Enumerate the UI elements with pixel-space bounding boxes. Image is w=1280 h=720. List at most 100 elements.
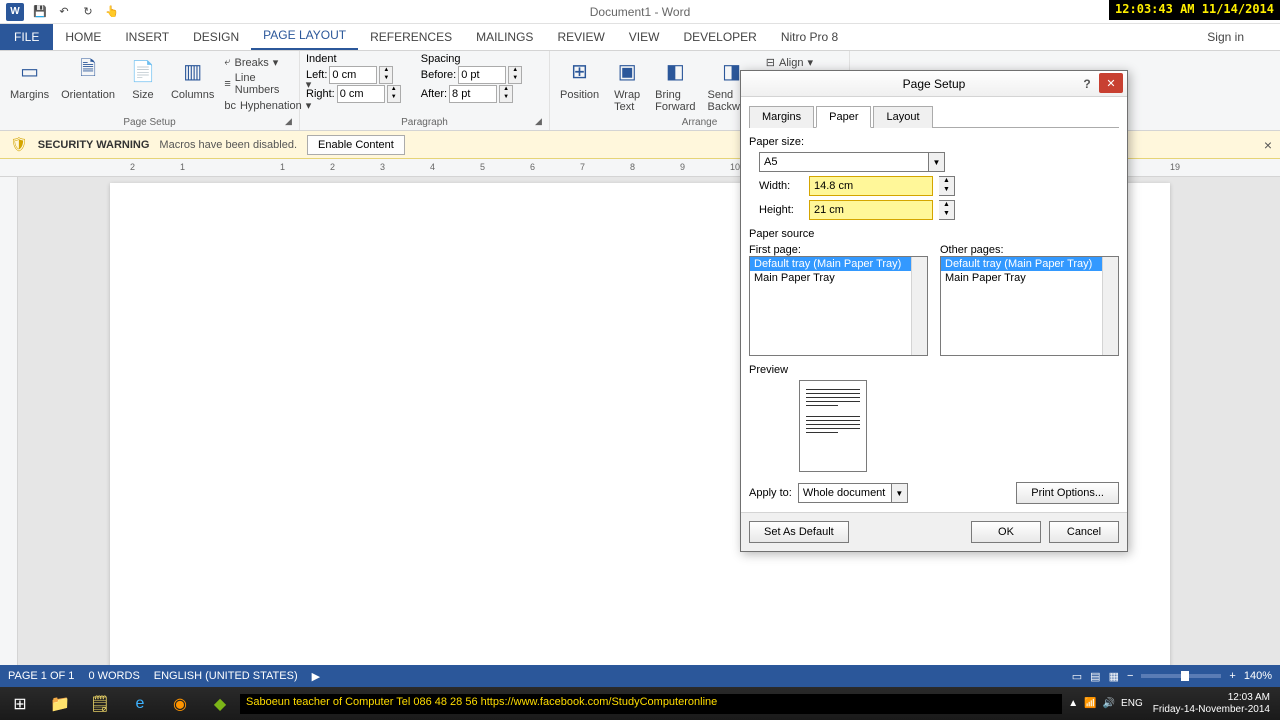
cancel-button[interactable]: Cancel [1049,521,1119,543]
orientation-icon: 🗎 [72,55,104,87]
list-item[interactable]: Default tray (Main Paper Tray) [941,257,1118,271]
indent-right-input[interactable] [337,85,385,103]
group-page-setup: ▭Margins 🗎Orientation 📄Size ▥Columns ⤶ B… [0,51,300,130]
tab-layout[interactable]: Layout [873,106,932,128]
orientation-button[interactable]: 🗎Orientation [57,53,119,113]
zoom-out[interactable]: − [1127,670,1133,682]
sticky-notes-icon[interactable]: 🗒 [80,687,120,720]
lang-indicator[interactable]: ENG [1121,698,1143,709]
word-icon: W [6,3,24,21]
list-item[interactable]: Default tray (Main Paper Tray) [750,257,927,271]
tab-page-layout[interactable]: PAGE LAYOUT [251,22,358,50]
tab-references[interactable]: REFERENCES [358,24,464,50]
first-page-label: First page: [749,244,928,256]
zoom-slider[interactable] [1141,674,1221,678]
scrollbar[interactable] [1102,257,1118,355]
tab-review[interactable]: REVIEW [545,24,616,50]
tab-paper[interactable]: Paper [816,106,871,128]
tray-clock[interactable]: 12:03 AMFriday-14-November-2014 [1149,692,1274,716]
spinner[interactable]: ▲▼ [379,66,393,84]
app-icon[interactable]: ◆ [200,687,240,720]
page-count[interactable]: PAGE 1 OF 1 [8,670,74,682]
apply-to-combo[interactable]: Whole document▼ [798,483,908,503]
columns-button[interactable]: ▥Columns [167,53,218,113]
position-button[interactable]: ⊞Position [556,53,603,115]
ribbon-tabs: FILE HOME INSERT DESIGN PAGE LAYOUT REFE… [0,24,1280,51]
sign-in-link[interactable]: Sign in [1201,24,1250,50]
paper-size-label: Paper size: [749,136,1119,148]
volume-icon[interactable]: 🔊 [1103,698,1115,709]
close-button[interactable]: ✕ [1099,73,1123,93]
tab-file[interactable]: FILE [0,24,53,50]
zoom-in[interactable]: + [1229,670,1235,682]
first-page-listbox[interactable]: Default tray (Main Paper Tray) Main Pape… [749,256,928,356]
help-button[interactable]: ? [1077,77,1097,91]
bring-forward-button[interactable]: ◧Bring Forward [651,53,699,115]
apply-to-label: Apply to: [749,487,792,499]
spinner[interactable]: ▲▼ [387,85,401,103]
spacing-after-input[interactable] [449,85,497,103]
indent-left-input[interactable] [329,66,377,84]
width-spinner[interactable]: ▲▼ [939,176,955,196]
tab-home[interactable]: HOME [53,24,113,50]
align-button[interactable]: ⊟ Align ▾ [764,55,815,70]
start-button[interactable]: ⊞ [0,687,40,720]
scrollbar[interactable] [911,257,927,355]
tab-design[interactable]: DESIGN [181,24,251,50]
chevron-down-icon[interactable]: ▼ [928,153,944,171]
undo-icon[interactable]: ↶ [56,4,72,20]
vertical-ruler[interactable] [0,177,18,687]
chevron-down-icon[interactable]: ▼ [891,484,907,502]
macros-icon[interactable]: ▶ [312,670,320,683]
page-setup-dialog: Page Setup ? ✕ Margins Paper Layout Pape… [740,70,1128,552]
explorer-icon[interactable]: 📁 [40,687,80,720]
tab-nitro[interactable]: Nitro Pro 8 [769,24,850,50]
height-spinner[interactable]: ▲▼ [939,200,955,220]
paper-size-combo[interactable]: A5▼ [759,152,945,172]
tray-chevron-icon[interactable]: ▲ [1068,698,1078,709]
close-icon[interactable]: × [1264,137,1272,153]
margins-button[interactable]: ▭Margins [6,53,53,113]
wrap-text-button[interactable]: ▣Wrap Text [607,53,647,115]
view-read-icon[interactable]: ▭ [1072,670,1082,683]
language-status[interactable]: ENGLISH (UNITED STATES) [154,670,298,682]
spacing-before-input[interactable] [458,66,506,84]
paragraph-launcher[interactable]: ◢ [535,116,545,126]
tab-insert[interactable]: INSERT [113,24,181,50]
margins-icon: ▭ [14,55,46,87]
tab-view[interactable]: VIEW [617,24,672,50]
list-item[interactable]: Main Paper Tray [750,271,927,285]
zoom-level[interactable]: 140% [1244,670,1272,682]
ok-button[interactable]: OK [971,521,1041,543]
list-item[interactable]: Main Paper Tray [941,271,1118,285]
dialog-titlebar[interactable]: Page Setup ? ✕ [741,71,1127,97]
view-web-icon[interactable]: ▦ [1109,670,1119,683]
word-count[interactable]: 0 WORDS [88,670,139,682]
redo-icon[interactable]: ↻ [80,4,96,20]
security-title: SECURITY WARNING [38,139,150,151]
document-title: Document1 - Word [590,5,690,19]
set-default-button[interactable]: Set As Default [749,521,849,543]
tab-mailings[interactable]: MAILINGS [464,24,545,50]
other-pages-label: Other pages: [940,244,1119,256]
touchmode-icon[interactable]: 👆 [104,4,120,20]
group-label: Paragraph [300,117,549,128]
preview-box [799,380,867,472]
width-input[interactable] [809,176,933,196]
size-icon: 📄 [127,55,159,87]
tab-developer[interactable]: DEVELOPER [671,24,768,50]
page-setup-launcher[interactable]: ◢ [285,116,295,126]
height-input[interactable] [809,200,933,220]
network-icon[interactable]: 📶 [1084,698,1096,709]
tab-margins[interactable]: Margins [749,106,814,128]
enable-content-button[interactable]: Enable Content [307,135,405,155]
print-options-button[interactable]: Print Options... [1016,482,1119,504]
spinner[interactable]: ▲▼ [499,85,513,103]
app-icon[interactable]: ◉ [160,687,200,720]
other-pages-listbox[interactable]: Default tray (Main Paper Tray) Main Pape… [940,256,1119,356]
spinner[interactable]: ▲▼ [508,66,522,84]
view-print-icon[interactable]: ▤ [1090,670,1100,683]
size-button[interactable]: 📄Size [123,53,163,113]
save-icon[interactable]: 💾 [32,4,48,20]
ie-icon[interactable]: e [120,687,160,720]
